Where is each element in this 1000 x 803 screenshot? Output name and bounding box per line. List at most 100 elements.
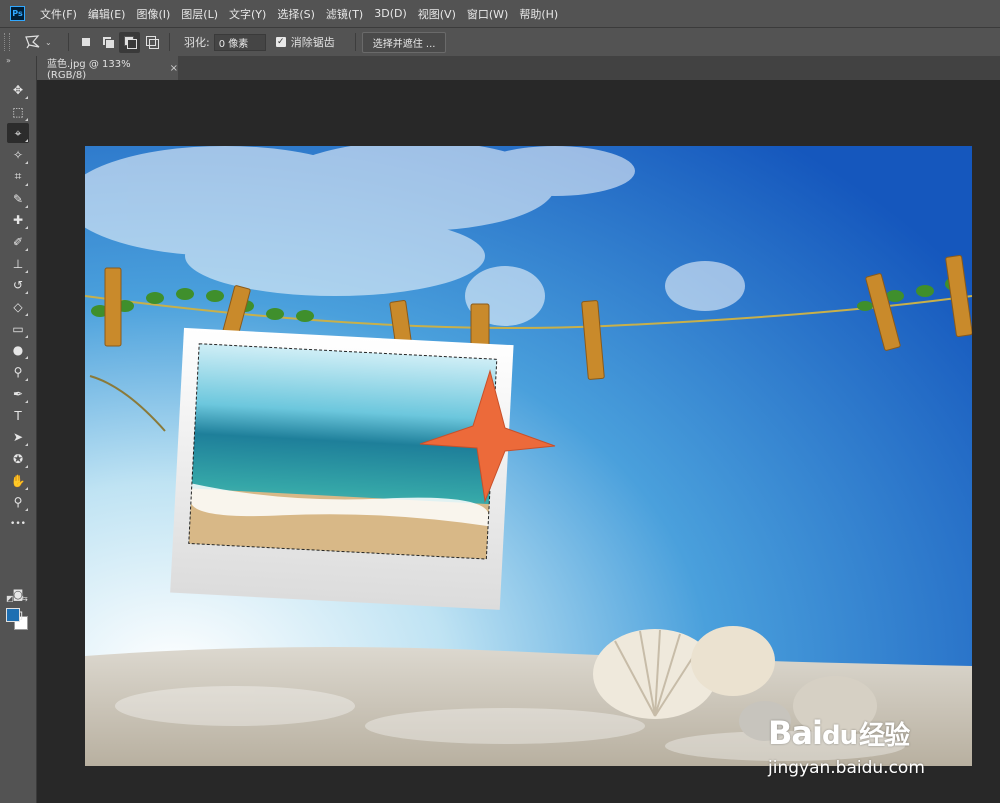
eyedropper-tool[interactable]: ✎ [7, 189, 29, 209]
tool-group-indicator [25, 269, 28, 273]
magic-wand-icon: ✧ [12, 148, 24, 163]
collapse-toolbox-icon[interactable]: » [6, 56, 11, 65]
eyedropper-icon: ✎ [12, 191, 24, 206]
options-bar-grip[interactable] [4, 33, 10, 51]
tool-group-indicator [25, 226, 28, 230]
watermark-brand: Bai [768, 714, 823, 752]
gradient-icon: ▭ [12, 321, 24, 336]
tool-group-indicator [25, 356, 28, 360]
marquee-icon: ⬚ [12, 104, 24, 119]
history-brush-tool[interactable]: ↺ [7, 275, 29, 295]
divider [169, 33, 170, 51]
eraser-tool[interactable]: ◇ [7, 297, 29, 317]
hand-tool[interactable]: ✋ [7, 471, 29, 491]
close-tab-icon[interactable]: × [170, 63, 178, 74]
mores-icon: ••• [10, 519, 26, 529]
tool-group-indicator [25, 139, 28, 143]
move-icon: ✥ [12, 83, 24, 97]
polygonal-lasso-icon: ⌖ [14, 125, 22, 140]
subtract-from-selection-button[interactable] [119, 31, 140, 53]
foreground-color-swatch[interactable] [6, 608, 20, 622]
document-tab-label: 蓝色.jpg @ 133%(RGB/8) [47, 59, 131, 81]
divider [354, 33, 356, 51]
subtract-from-selection-icon [123, 36, 137, 49]
menu-filter[interactable]: 滤镜(T) [326, 6, 363, 22]
chevron-down-icon: ⌄ [45, 37, 52, 47]
pen-tool[interactable]: ✒ [7, 384, 29, 404]
tool-group-indicator [25, 334, 28, 338]
brush-icon: ✐ [12, 234, 24, 249]
menu-image[interactable]: 图像(I) [136, 6, 170, 22]
tool-group-indicator [25, 117, 28, 121]
eraser-icon: ◇ [13, 300, 23, 314]
image-canvas[interactable] [85, 146, 972, 766]
menu-file[interactable]: 文件(F) [40, 6, 77, 22]
select-and-mask-button[interactable]: 选择并遮住 ... [361, 31, 447, 53]
dodge-icon: ⚲ [13, 365, 23, 380]
tool-group-indicator [25, 508, 28, 512]
new-selection-icon [81, 38, 90, 46]
quick-mask-icon: ◙ [12, 587, 24, 601]
add-to-selection-button[interactable] [97, 32, 118, 53]
tool-group-indicator [25, 96, 28, 99]
hand-icon: ✋ [10, 473, 26, 488]
polygonal-lasso-tool[interactable]: ⌖ [7, 123, 29, 144]
more-tools[interactable]: ••• [7, 514, 29, 534]
menu-layer[interactable]: 图层(L) [181, 6, 218, 22]
tool-group-indicator [25, 464, 28, 468]
feather-label: 羽化: [184, 36, 210, 49]
brush-tool[interactable]: ✐ [7, 232, 29, 252]
healing-brush-icon: ✚ [12, 213, 24, 228]
tool-group-indicator [25, 399, 28, 403]
toolbox: » ✥⬚⌖✧⌗✎✚✐⊥↺◇▭●⚲✒T➤✪✋⚲••• ◩ ⇆ ◙ ❐ [0, 56, 37, 803]
options-bar: ⌄ 羽化: 0 像素 ✓ 消除锯齿 选择并遮住 ... [0, 27, 1000, 56]
path-selection-tool[interactable]: ➤ [7, 427, 29, 447]
document-tab-bar: 蓝色.jpg @ 133%(RGB/8) × [37, 56, 1000, 81]
tool-group-indicator [25, 378, 28, 382]
feather-input[interactable]: 0 像素 [213, 33, 266, 51]
zoom-icon: ⚲ [13, 495, 23, 510]
tool-group-indicator [25, 161, 28, 165]
history-brush-icon: ↺ [12, 278, 24, 293]
beach-photo-illustration [85, 146, 972, 766]
menu-3d[interactable]: 3D(D) [374, 7, 407, 20]
new-selection-button[interactable] [75, 32, 96, 53]
tool-group-indicator [25, 291, 28, 295]
tool-group-indicator [25, 486, 28, 490]
watermark-url: jingyan.baidu.com [768, 758, 925, 778]
tool-group-indicator [25, 182, 28, 186]
clone-stamp-tool[interactable]: ⊥ [7, 254, 29, 274]
blur-icon: ● [12, 343, 24, 358]
antialias-checkbox[interactable]: ✓ [275, 37, 286, 47]
menu-select[interactable]: 选择(S) [277, 6, 315, 22]
intersect-selection-button[interactable] [141, 32, 162, 53]
menu-view[interactable]: 视图(V) [418, 6, 456, 22]
marquee-tool[interactable]: ⬚ [7, 102, 29, 122]
add-to-selection-icon [101, 36, 115, 49]
type-icon: T [14, 408, 22, 423]
tool-preset-picker[interactable]: ⌄ [24, 34, 62, 50]
magic-wand-tool[interactable]: ✧ [7, 145, 29, 165]
watermark-brand-cn: 经验 [859, 721, 910, 751]
move-tool[interactable]: ✥ [7, 80, 29, 100]
menu-edit[interactable]: 编辑(E) [88, 6, 126, 22]
divider [68, 33, 69, 51]
dodge-tool[interactable]: ⚲ [7, 362, 29, 382]
tool-group-indicator [25, 443, 28, 447]
menu-help[interactable]: 帮助(H) [519, 6, 558, 22]
custom-shape-tool[interactable]: ✪ [7, 449, 29, 469]
zoom-tool[interactable]: ⚲ [7, 492, 29, 512]
gradient-tool[interactable]: ▭ [7, 319, 29, 339]
type-tool[interactable]: T [7, 406, 29, 426]
blur-tool[interactable]: ● [7, 340, 29, 360]
healing-brush-tool[interactable]: ✚ [7, 210, 29, 230]
quick-mask-button[interactable]: ◙ [7, 584, 29, 604]
intersect-selection-icon [145, 36, 159, 49]
menu-window[interactable]: 窗口(W) [467, 6, 508, 22]
document-tab[interactable]: 蓝色.jpg @ 133%(RGB/8) × [37, 56, 178, 81]
photoshop-logo-icon[interactable]: Ps [10, 6, 25, 21]
path-selection-icon: ➤ [12, 430, 24, 445]
crop-tool[interactable]: ⌗ [7, 167, 29, 187]
menu-bar: Ps 文件(F) 编辑(E) 图像(I) 图层(L) 文字(Y) 选择(S) 滤… [0, 0, 1000, 27]
menu-type[interactable]: 文字(Y) [229, 6, 266, 22]
